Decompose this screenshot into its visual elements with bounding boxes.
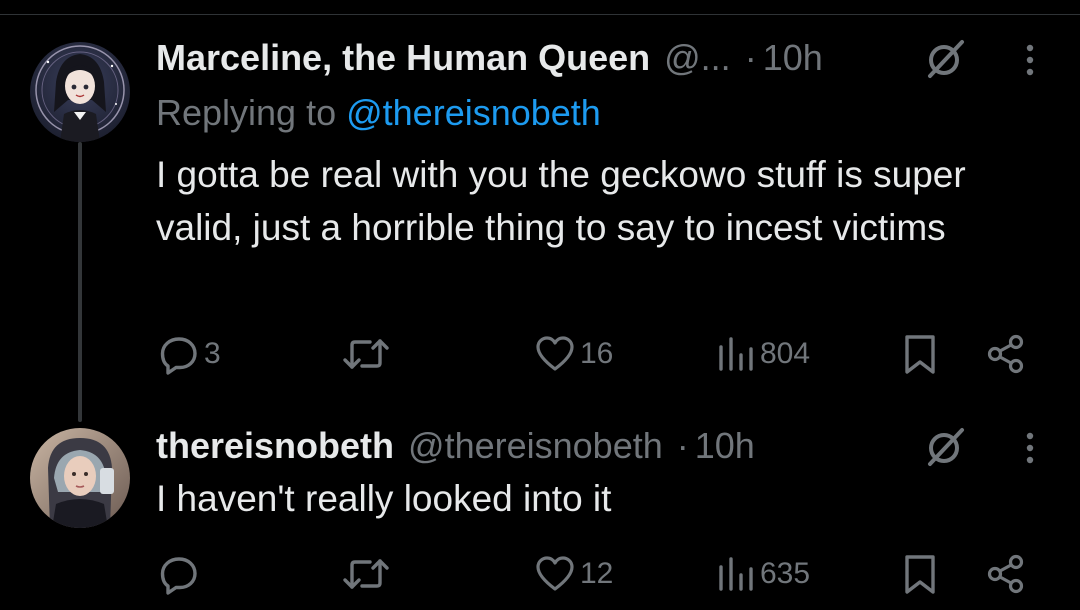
- tweet-text: I haven't really looked into it: [156, 478, 612, 519]
- avatar[interactable]: [30, 42, 130, 142]
- replying-prefix: Replying to: [156, 92, 347, 133]
- reply-icon: [160, 557, 197, 595]
- tweet-header: thereisnobeth @thereisnobeth · 10h: [156, 424, 755, 468]
- reply-icon: [160, 337, 197, 375]
- heart-icon: [536, 556, 574, 591]
- bookmark-icon: [905, 555, 935, 594]
- replying-to: Replying to @thereisnobeth: [156, 92, 601, 134]
- action-bar: 12 635: [0, 550, 1080, 598]
- repost-icon: [343, 339, 389, 369]
- tweet-text: I gotta be real with you the geckowo stu…: [156, 154, 966, 248]
- timestamp[interactable]: 10h: [695, 425, 755, 467]
- action-bar: 3 16 804: [0, 330, 1080, 378]
- handle[interactable]: @thereisnobeth: [408, 425, 663, 467]
- view-count: 804: [760, 337, 811, 370]
- share-icon: [987, 334, 1024, 374]
- repost-button[interactable]: [342, 330, 394, 378]
- bookmark-button[interactable]: [900, 330, 940, 378]
- timestamp[interactable]: 10h: [763, 37, 823, 79]
- views-button[interactable]: 804: [716, 330, 810, 378]
- separator: ·: [744, 37, 757, 78]
- top-divider: [0, 14, 1080, 15]
- reply-button[interactable]: [158, 550, 204, 598]
- handle[interactable]: @...: [664, 37, 731, 79]
- like-button[interactable]: 12: [534, 550, 613, 598]
- separator: ·: [676, 425, 689, 466]
- share-icon: [987, 554, 1024, 594]
- display-name[interactable]: thereisnobeth: [156, 425, 394, 467]
- tweet-header: Marceline, the Human Queen @... · 10h: [156, 36, 823, 80]
- repost-button[interactable]: [342, 550, 394, 598]
- views-button[interactable]: 635: [716, 550, 810, 598]
- display-name[interactable]: Marceline, the Human Queen: [156, 37, 650, 79]
- share-button[interactable]: [986, 330, 1026, 378]
- like-count: 12: [580, 557, 614, 590]
- more-icon[interactable]: [1020, 426, 1040, 470]
- bookmark-button[interactable]: [900, 550, 940, 598]
- share-button[interactable]: [986, 550, 1026, 598]
- thread-connector-line: [78, 142, 82, 422]
- avatar[interactable]: [30, 428, 130, 528]
- reply-count: 3: [204, 337, 221, 370]
- views-icon: [719, 557, 753, 591]
- reply-button[interactable]: 3: [158, 330, 221, 378]
- views-icon: [719, 337, 753, 371]
- mention-link[interactable]: @thereisnobeth: [346, 92, 601, 133]
- more-icon[interactable]: [1020, 38, 1040, 82]
- like-button[interactable]: 16: [534, 330, 613, 378]
- like-count: 16: [580, 337, 614, 370]
- bookmark-icon: [905, 335, 935, 374]
- grok-icon[interactable]: [924, 36, 968, 80]
- grok-icon[interactable]: [924, 424, 968, 468]
- heart-icon: [536, 336, 574, 371]
- repost-icon: [343, 559, 389, 589]
- view-count: 635: [760, 557, 811, 590]
